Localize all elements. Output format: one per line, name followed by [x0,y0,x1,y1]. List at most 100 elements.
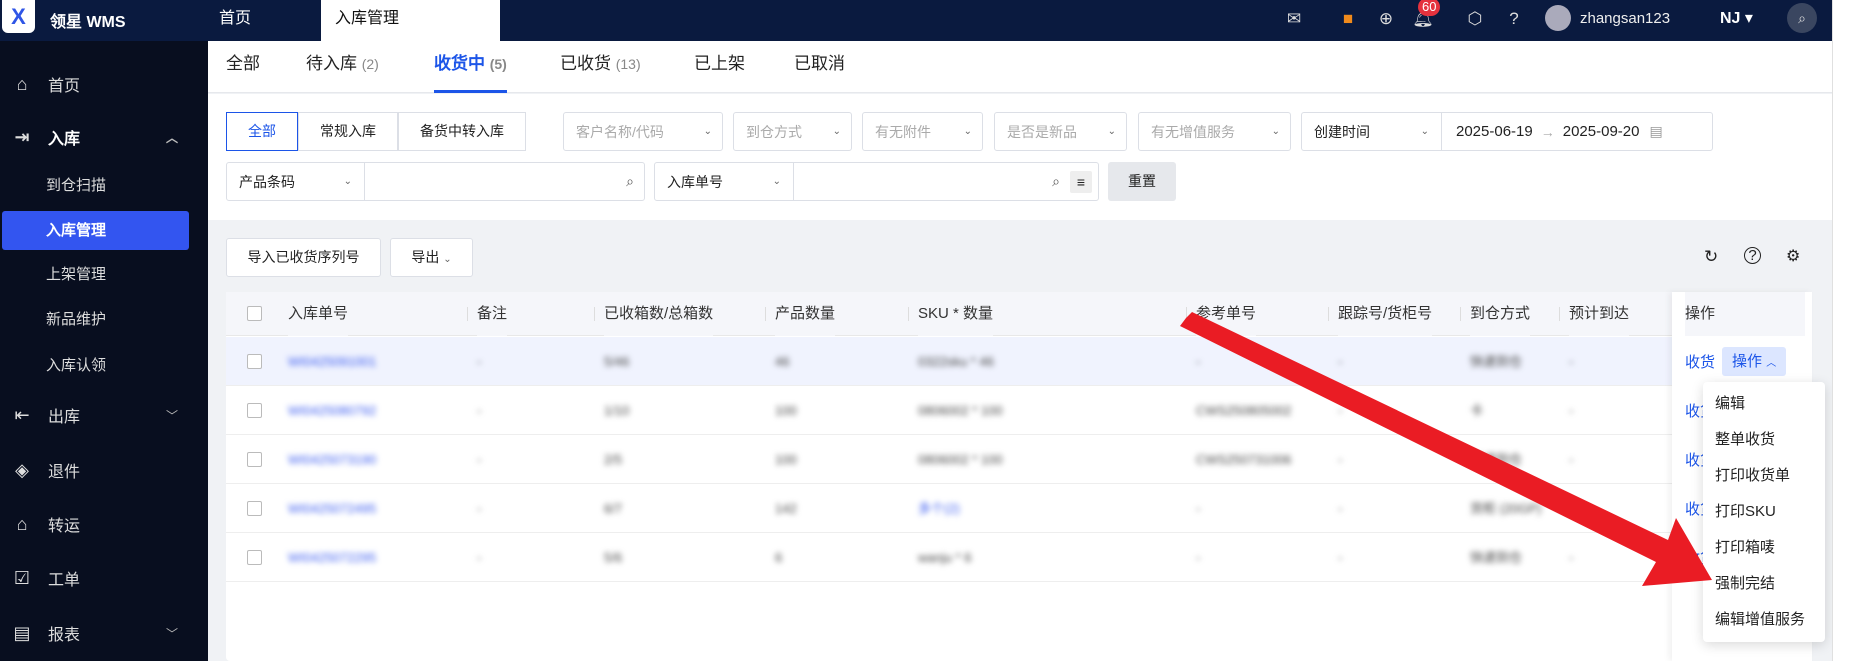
sidebar-item-home[interactable]: ⌂ 首页 [0,64,208,104]
refresh-icon[interactable]: ↻ [1704,247,1718,267]
column-separator[interactable] [1460,307,1461,321]
tab-all[interactable]: 全部 [226,49,260,93]
type-regular[interactable]: 常规入库 [298,112,398,151]
cell-inbound-no[interactable]: WI0425080792 [288,386,376,435]
tab-pending[interactable]: 待入库 (2) [306,49,379,93]
sidebar-item-outbound[interactable]: ⇤ 出库 ﹀ [0,395,208,435]
column-separator[interactable] [1559,307,1560,321]
search-icon[interactable]: ⌕ [1052,173,1060,190]
report-icon: ▤ [13,622,31,643]
export-button[interactable]: 导出 ⌄ [390,238,473,277]
row-checkbox[interactable] [247,403,262,418]
row-checkbox[interactable] [247,501,262,516]
calendar-icon[interactable]: ▤ [1649,123,1662,140]
sidebar-subitem-arrival-scan[interactable]: 到仓扫描 [2,166,189,205]
select-all-checkbox[interactable] [247,306,262,321]
avatar[interactable] [1545,5,1571,31]
search-icon[interactable]: ⌕ [626,173,634,190]
search1-input[interactable] [365,164,627,199]
export-label: 导出 [411,249,440,265]
sidebar-item-workorder[interactable]: ☑ 工单 [0,558,208,598]
menu-item-edit[interactable]: 编辑 [1703,386,1825,422]
table-row[interactable]: WI0425073190 - 2/5 100 0806002 * 100 CWS25073… [226,435,1812,484]
help-icon[interactable]: ? [1744,247,1761,264]
cell-sku-qty: 0322sku * 46 [918,354,994,369]
header-tab-home[interactable]: 首页 [219,0,251,41]
type-transfer[interactable]: 备货中转入库 [398,112,526,151]
table-row[interactable]: WI0425080792 - 1/10 100 0806002 * 100 CWS2508… [226,386,1812,435]
reset-button[interactable]: 重置 [1108,162,1176,201]
value-added-select[interactable]: 有无增值服务 ⌄ [1138,112,1291,151]
search1-type-select[interactable]: 产品条码 ⌄ [227,163,365,200]
table-row[interactable]: WI0425072495 - 6/7 142 多个(2) - - 货柜 (20GP) - [226,484,1812,533]
sidebar-item-label: 退件 [48,464,81,481]
tab-shelved[interactable]: 已上架 [694,49,745,93]
settings-icon[interactable]: ⬡ [1464,8,1486,30]
table-row[interactable]: WI0425072295 - 5/6 6 wanju * 6 - - 快递到仓 - [226,533,1812,582]
column-separator[interactable] [1328,307,1329,321]
sidebar-item-transfer[interactable]: ⌂ 转运 [0,504,208,544]
menu-item-receive-all[interactable]: 整单收货 [1703,422,1825,458]
receive-link[interactable]: 收货 [1685,351,1715,372]
customer-select[interactable]: 客户名称/代码 ⌄ [563,112,723,151]
row-checkbox[interactable] [247,354,262,369]
batch-search-icon[interactable]: ≡ [1070,170,1092,193]
row-checkbox[interactable] [247,550,262,565]
cell-eta: - [1569,452,1574,467]
new-product-select[interactable]: 是否是新品 ⌄ [994,112,1127,151]
search2-input[interactable] [794,164,1053,199]
sidebar-subitem-new-product[interactable]: 新品维护 [2,300,189,339]
type-all[interactable]: 全部 [226,112,298,151]
help-icon[interactable]: ? [1503,8,1525,30]
menu-item-print-receipt[interactable]: 打印收货单 [1703,458,1825,494]
more-actions-button[interactable]: 操作 ︿ [1722,347,1787,376]
username[interactable]: zhangsan123 [1580,10,1670,27]
menu-item-print-sku[interactable]: 打印SKU [1703,494,1825,530]
column-settings-icon[interactable]: ⚙ [1786,246,1800,266]
column-separator[interactable] [467,307,468,321]
sidebar-subitem-inbound-management[interactable]: 入库管理 [2,211,189,250]
column-header-qty: 产品数量 [775,292,836,336]
sidebar-item-reports[interactable]: ▤ 报表 ﹀ [0,613,208,653]
attachment-select[interactable]: 有无附件 ⌄ [862,112,983,151]
cell-inbound-no[interactable]: WI0425072495 [288,484,376,533]
sidebar-subitem-inbound-claim[interactable]: 入库认领 [2,346,189,385]
column-separator[interactable] [1186,307,1187,321]
cell-boxes: 5/46 [604,354,630,369]
menu-item-print-carton-label[interactable]: 打印箱唛 [1703,530,1825,566]
cell-remark: - [477,354,482,369]
tab-received[interactable]: 已收货 (13) [560,49,641,93]
sidebar-subitem-putaway[interactable]: 上架管理 [2,255,189,294]
arrival-method-select[interactable]: 到仓方式 ⌄ [733,112,852,151]
tab-cancelled[interactable]: 已取消 [794,49,845,93]
outbound-icon: ⇤ [14,404,30,425]
table-row[interactable]: WI0425091001 - 5/46 46 0322sku * 46 - - 快递到仓 - [226,337,1812,386]
search2-type-select[interactable]: 入库单号 ⌄ [655,163,794,200]
sidebar-item-returns[interactable]: ◈ 退件 [0,450,208,490]
column-separator[interactable] [765,307,766,321]
select-placeholder: 客户名称/代码 [576,123,664,140]
import-serial-button[interactable]: 导入已收货序列号 [226,238,381,277]
date-to[interactable]: 2025-09-20 [1563,123,1640,140]
download-icon[interactable]: ⊕ [1375,8,1397,30]
header-tab-inbound-management[interactable]: 入库管理 [321,0,500,41]
mailbox-icon[interactable]: ✉ [1283,8,1305,30]
date-from[interactable]: 2025-06-19 [1456,123,1533,140]
row-checkbox[interactable] [247,452,262,467]
warehouse-selector[interactable]: NJ ▾ [1720,8,1753,28]
tab-receiving[interactable]: 收货中 (5) [434,49,507,93]
cell-inbound-no[interactable]: WI0425091001 [288,337,376,386]
search-icon[interactable]: ⌕ [1787,3,1817,33]
date-type-select[interactable]: 创建时间 ⌄ [1302,113,1442,150]
menu-item-force-complete[interactable]: 强制完结 [1703,566,1825,602]
tab-count: (13) [615,56,641,72]
cell-inbound-no[interactable]: WI0425072295 [288,533,376,582]
cell-qty: 6 [775,550,783,565]
menu-item-edit-value-added[interactable]: 编辑增值服务 [1703,602,1825,638]
sidebar-item-inbound[interactable]: ⇥ 入库 ︿ [0,117,208,157]
scrollbar-strip[interactable] [1832,0,1855,661]
column-separator[interactable] [908,307,909,321]
robot-icon[interactable]: ■ [1337,8,1359,30]
cell-inbound-no[interactable]: WI0425073190 [288,435,376,484]
column-separator[interactable] [594,307,595,321]
